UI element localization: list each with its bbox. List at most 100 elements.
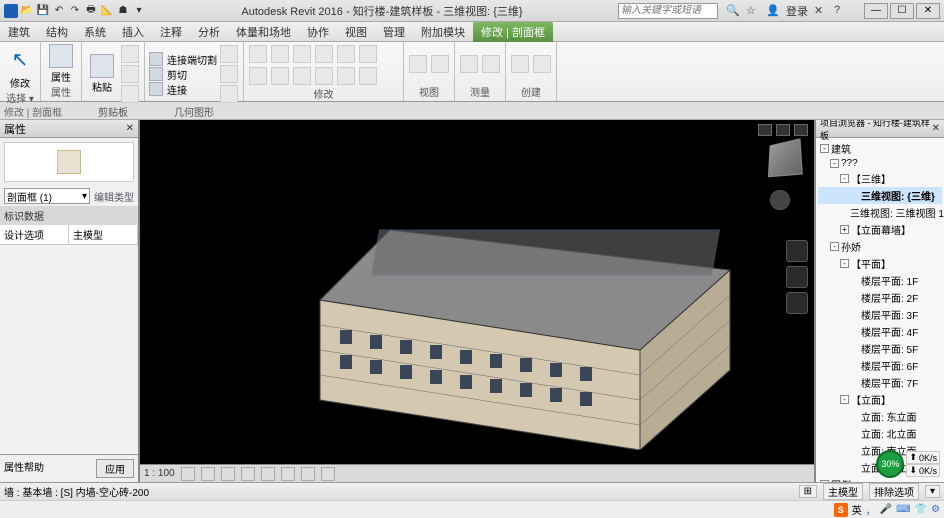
measure-btn-1[interactable] [460,55,478,73]
ime-lang[interactable]: 英 [852,502,862,517]
create-btn-1[interactable] [511,55,529,73]
view-minimize[interactable] [758,124,772,136]
tree-node[interactable]: -孙娇 [818,238,942,255]
orbit-tool[interactable] [786,292,808,314]
offset-button[interactable] [271,45,289,63]
user-icon[interactable]: 👤 [766,4,780,18]
tab-5[interactable]: 分析 [190,22,228,42]
property-value[interactable]: 主模型 [69,225,138,244]
tree-node[interactable]: 楼层平面: 5F [818,340,942,357]
scale-button[interactable] [315,67,333,85]
tree-node[interactable]: 三维视图: {三维} [818,187,942,204]
qat-redo-icon[interactable]: ↷ [68,4,82,18]
cut-button[interactable] [121,45,139,63]
tree-toggle[interactable]: - [840,174,849,183]
close-icon[interactable]: ✕ [126,123,134,134]
geom-btn-2[interactable] [220,65,238,83]
properties-help-link[interactable]: 属性帮助 [4,459,44,478]
app-icon[interactable] [4,4,18,18]
tab-11[interactable]: 修改 | 剖面框 [473,22,553,42]
exchange-icon[interactable]: ✕ [814,4,828,18]
qat-undo-icon[interactable]: ↶ [52,4,66,18]
pin-button[interactable] [337,67,355,85]
copy-mod-button[interactable] [337,45,355,63]
match-button[interactable] [121,85,139,103]
tree-node[interactable]: 楼层平面: 3F [818,306,942,323]
tree-node[interactable]: -【三维】 [818,170,942,187]
create-btn-2[interactable] [533,55,551,73]
close-button[interactable]: ✕ [916,3,940,19]
tab-10[interactable]: 附加模块 [413,22,473,42]
filter-button[interactable]: 排除选项 [869,483,919,500]
type-selector-dropdown[interactable]: 剖面框 (1)▾ [4,188,90,204]
visual-style-icon[interactable] [201,467,215,481]
pan-tool[interactable] [786,240,808,262]
tree-node[interactable]: 楼层平面: 7F [818,374,942,391]
design-options-button[interactable]: 主模型 [823,483,863,500]
worksets-button[interactable]: ⊞ [799,485,817,498]
shadows-icon[interactable] [241,467,255,481]
cut-geom-row[interactable]: 剪切 [149,67,217,82]
qat-dropdown-icon[interactable]: ▾ [132,4,146,18]
reveal-icon[interactable] [321,467,335,481]
view-btn-1[interactable] [409,55,427,73]
qat-print-icon[interactable]: 🖶 [84,4,98,18]
tree-node[interactable]: -【平面】 [818,255,942,272]
tree-node[interactable]: 楼层平面: 1F [818,272,942,289]
ime-punct-icon[interactable]: ， [866,502,876,517]
tab-8[interactable]: 视图 [337,22,375,42]
detail-level-icon[interactable] [181,467,195,481]
view-btn-2[interactable] [431,55,449,73]
view-close[interactable] [794,124,808,136]
measure-btn-2[interactable] [482,55,500,73]
tree-node[interactable]: 立面: 北立面 [818,425,942,442]
qat-measure-icon[interactable]: 📐 [100,4,114,18]
search-icon[interactable]: 🔍 [726,4,740,18]
trim-button[interactable] [249,67,267,85]
join-row[interactable]: 连接 [149,82,217,97]
steering-wheel[interactable] [770,190,790,210]
move-button[interactable] [315,45,333,63]
paste-button[interactable]: 粘贴 [86,54,118,94]
tab-0[interactable]: 建筑 [0,22,38,42]
tab-7[interactable]: 协作 [299,22,337,42]
login-link[interactable]: 登录 [786,3,808,19]
3d-viewport[interactable]: 1 : 100 [140,120,814,482]
sun-path-icon[interactable] [221,467,235,481]
tree-node[interactable]: +【立面幕墙】 [818,221,942,238]
tab-3[interactable]: 插入 [114,22,152,42]
tree-node[interactable]: 楼层平面: 6F [818,357,942,374]
minimize-button[interactable]: — [864,3,888,19]
ime-settings-icon[interactable]: ⚙ [931,504,940,515]
favorite-icon[interactable]: ☆ [746,4,760,18]
tree-toggle[interactable]: - [830,242,839,251]
geom-btn-1[interactable] [220,45,238,63]
tab-9[interactable]: 管理 [375,22,413,42]
hide-icon[interactable] [301,467,315,481]
tree-node[interactable]: -【立面】 [818,391,942,408]
qat-open-icon[interactable]: 📂 [20,4,34,18]
tree-toggle[interactable]: - [820,144,829,153]
ime-keyboard-icon[interactable]: ⌨ [896,504,910,515]
split-button[interactable] [271,67,289,85]
tree-node[interactable]: 楼层平面: 4F [818,323,942,340]
delete-button[interactable] [359,67,377,85]
tab-2[interactable]: 系统 [76,22,114,42]
align-button[interactable] [249,45,267,63]
copy-button[interactable] [121,65,139,83]
maximize-button[interactable]: ☐ [890,3,914,19]
tree-node[interactable]: 三维视图: 三维视图 1 [818,204,942,221]
scale-value[interactable]: 1 : 100 [144,468,175,479]
tree-node[interactable]: 立面: 东立面 [818,408,942,425]
search-input[interactable] [618,3,718,19]
selection-toggle[interactable]: ▾ [925,485,940,498]
tree-toggle[interactable]: + [840,225,849,234]
tree-node[interactable]: -建筑 [818,140,942,157]
tab-4[interactable]: 注释 [152,22,190,42]
apply-button[interactable]: 应用 [96,459,134,478]
tree-toggle[interactable]: - [830,159,839,168]
zoom-tool[interactable] [786,266,808,288]
geom-btn-3[interactable] [220,85,238,103]
tab-6[interactable]: 体量和场地 [228,22,299,42]
project-tree[interactable]: -建筑-???-【三维】三维视图: {三维}三维视图: 三维视图 1+【立面幕墙… [816,138,944,482]
